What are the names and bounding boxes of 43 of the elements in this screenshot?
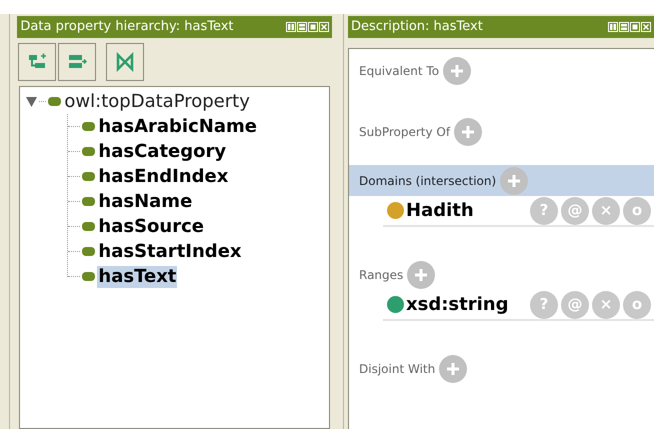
item-name: Hadith [406,199,475,223]
property-icon [82,172,96,181]
tree-item[interactable]: hasCategory [97,140,228,162]
delete-icon [115,52,136,72]
split-horizontal-icon[interactable] [297,22,308,32]
panel-title: Data property hierarchy: hasText [20,18,235,36]
plus-icon [461,124,476,138]
close-icon[interactable] [641,22,651,32]
property-icon [82,222,96,231]
maximize-icon[interactable] [630,22,640,32]
add-subproperty-button[interactable] [18,43,56,81]
property-icon [82,272,96,281]
panel-title: Description: hasText [351,18,484,36]
add-sibling-button[interactable] [58,43,96,81]
property-icon [82,147,96,156]
section-label: Disjoint With [359,360,436,378]
tree-item[interactable]: hasEndIndex [97,166,230,188]
section-label: Ranges [359,266,404,284]
plus-icon [507,174,522,188]
delete-button[interactable] [106,43,144,81]
plus-icon [414,268,428,282]
tree-item[interactable]: hasArabicName [97,116,258,138]
close-icon[interactable] [319,22,330,32]
property-icon [48,97,62,106]
section-label: SubProperty Of [359,124,450,140]
tree-item[interactable]: hasText [97,266,178,288]
item-name: xsd:string [406,293,510,317]
split-horizontal-icon[interactable] [619,22,629,32]
tree-item[interactable]: owl:topDataProperty [63,90,251,112]
plus-icon [446,362,460,376]
property-icon [82,197,96,206]
split-vertical-icon[interactable] [286,22,296,32]
split-vertical-icon[interactable] [608,22,618,32]
maximize-icon[interactable] [308,22,318,32]
property-icon [82,247,96,256]
property-icon [82,122,96,131]
section-label: Domains (intersection) [359,172,496,190]
section-label: Equivalent To [359,62,440,80]
tree-item[interactable]: hasStartIndex [97,240,243,262]
tree-item[interactable]: hasName [97,190,194,212]
expand-toggle-icon[interactable] [26,96,38,106]
plus-icon [450,64,464,78]
tree-item[interactable]: hasSource [97,216,205,238]
